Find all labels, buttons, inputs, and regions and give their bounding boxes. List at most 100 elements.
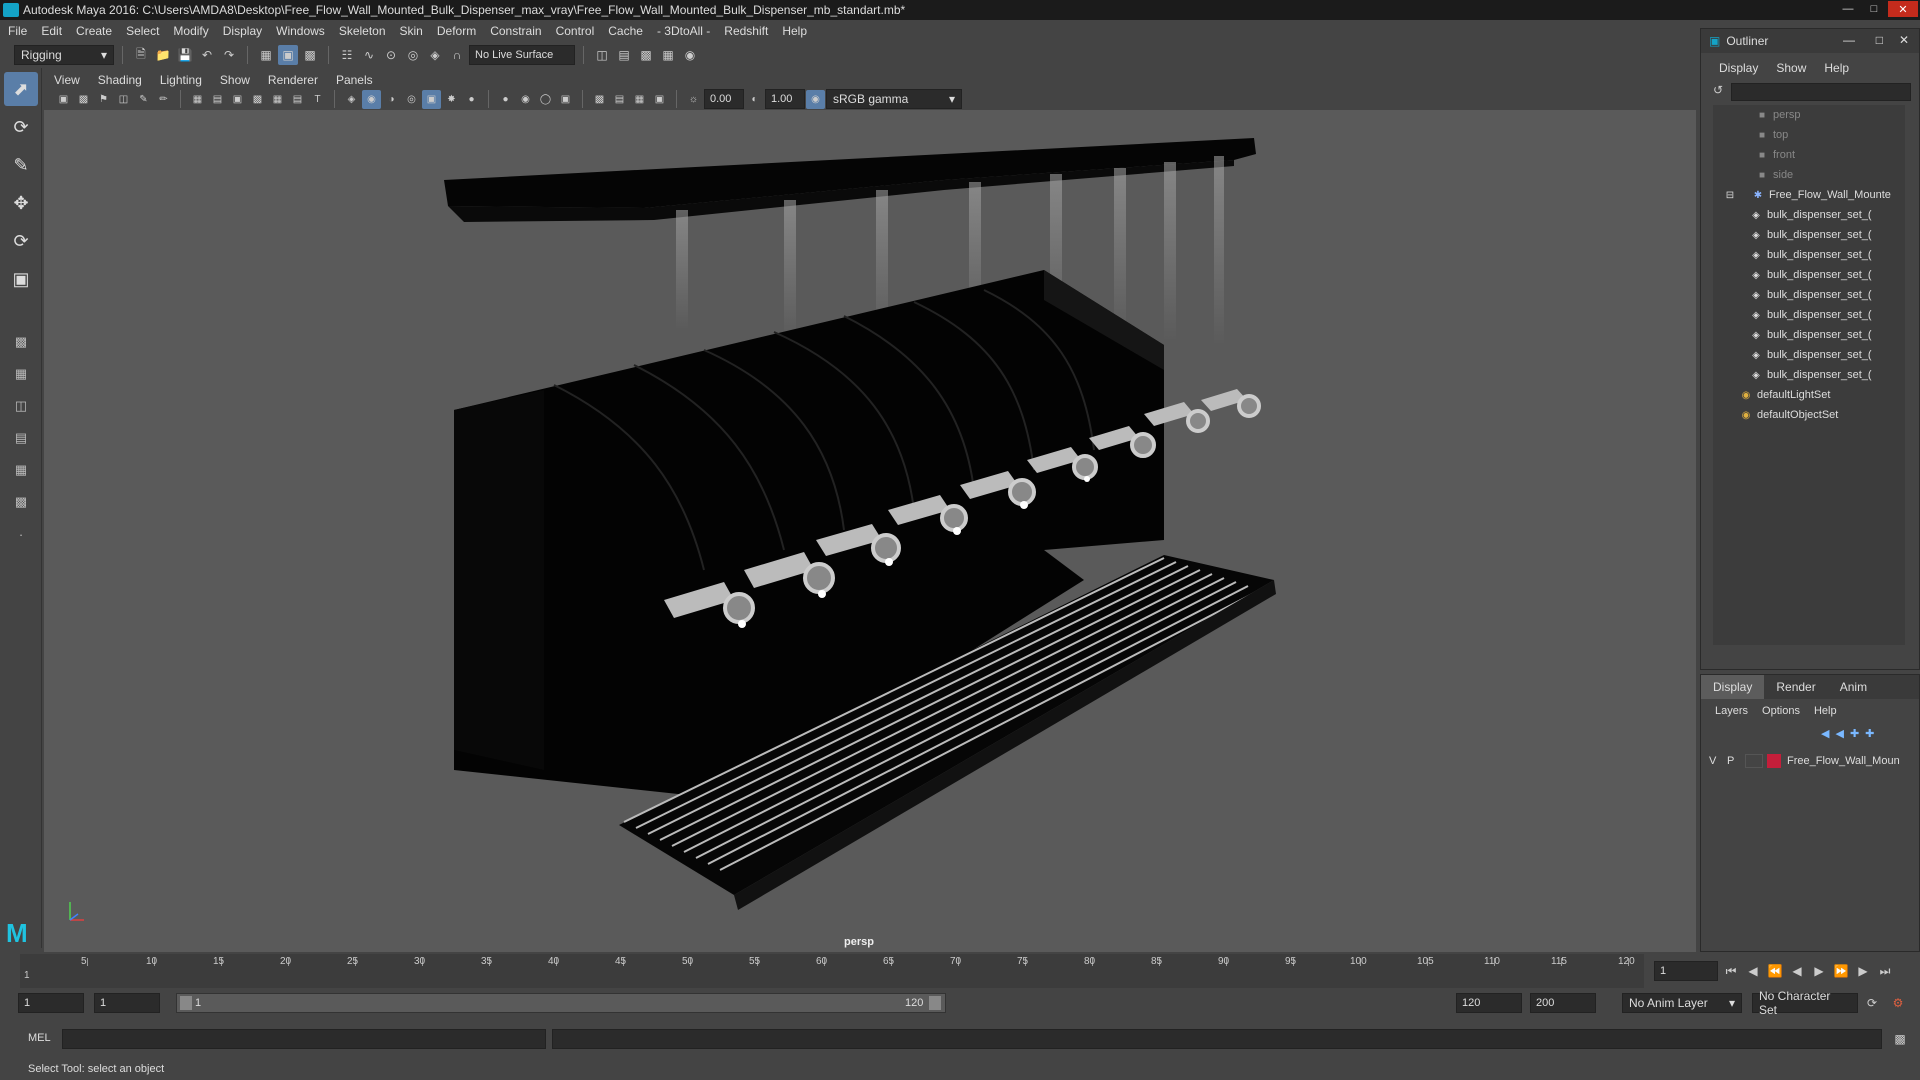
redo-icon[interactable]: ↷ <box>219 45 239 65</box>
rotate-tool-icon[interactable]: ⟳ <box>4 224 38 258</box>
move-tool-icon[interactable]: ✥ <box>4 186 38 220</box>
outliner-item-default-object-set[interactable]: ◉ defaultObjectSet <box>1713 405 1905 425</box>
color-space-dropdown[interactable]: sRGB gamma ▾ <box>826 89 962 109</box>
step-forward-key-icon[interactable]: ⏩ <box>1832 961 1850 981</box>
snap-view-icon[interactable]: ◎ <box>403 45 423 65</box>
new-scene-icon[interactable]: 🗎 <box>131 45 151 65</box>
close-icon[interactable]: ✕ <box>1899 33 1909 47</box>
layout-outliner-icon[interactable]: ▤ <box>4 424 38 452</box>
outliner-item-bulk-dispenser[interactable]: ◈ bulk_dispenser_set_( <box>1713 225 1905 245</box>
new-layer-icon[interactable]: ✚ <box>1850 727 1859 740</box>
menu-edit[interactable]: Edit <box>41 24 62 38</box>
layer-playback-toggle[interactable]: P <box>1727 755 1745 767</box>
tab-render[interactable]: Render <box>1764 675 1827 699</box>
command-language-label[interactable]: MEL <box>28 1032 51 1044</box>
menu-skin[interactable]: Skin <box>400 24 423 38</box>
xray-joints-icon[interactable]: ▤ <box>610 90 629 109</box>
resolution-gate-icon[interactable]: ▣ <box>228 90 247 109</box>
two-d-pan-icon[interactable]: ✎ <box>134 90 153 109</box>
hypershade-icon[interactable]: ▦ <box>658 45 678 65</box>
layer-menu-options[interactable]: Options <box>1762 705 1800 721</box>
field-chart-icon[interactable]: ▦ <box>268 90 287 109</box>
move-layer-up-icon[interactable]: ◀ <box>1821 727 1829 740</box>
vp-menu-renderer[interactable]: Renderer <box>268 73 318 87</box>
image-plane-icon[interactable]: ◫ <box>114 90 133 109</box>
undo-icon[interactable]: ↶ <box>197 45 217 65</box>
save-scene-icon[interactable]: 💾 <box>175 45 195 65</box>
menu-control[interactable]: Control <box>556 24 595 38</box>
layer-menu-layers[interactable]: Layers <box>1715 705 1748 721</box>
textured-icon[interactable]: ◎ <box>402 90 421 109</box>
range-slider-end-handle[interactable] <box>929 996 941 1010</box>
outliner-item-bulk-dispenser[interactable]: ◈ bulk_dispenser_set_( <box>1713 305 1905 325</box>
tab-display[interactable]: Display <box>1701 675 1765 699</box>
layer-row[interactable]: V P Free_Flow_Wall_Moun <box>1709 751 1913 771</box>
paint-select-tool-icon[interactable]: ✎ <box>4 148 38 182</box>
outliner-item-persp[interactable]: ■ persp <box>1713 105 1905 125</box>
outliner-item-bulk-dispenser[interactable]: ◈ bulk_dispenser_set_( <box>1713 365 1905 385</box>
grease-pencil-icon[interactable]: ✏ <box>154 90 173 109</box>
minimize-icon[interactable]: — <box>1836 1 1860 17</box>
playback-end-field[interactable]: 120 <box>1456 993 1522 1013</box>
collapse-icon[interactable]: ⊟ <box>1723 189 1737 201</box>
end-time-field[interactable]: 200 <box>1530 993 1596 1013</box>
motion-blur-icon[interactable]: ● <box>496 90 515 109</box>
exposure-icon[interactable]: ☼ <box>684 90 703 109</box>
menu-constrain[interactable]: Constrain <box>490 24 541 38</box>
go-to-end-icon[interactable]: ⏭ <box>1876 961 1894 981</box>
viewport-persp[interactable]: persp <box>44 110 1696 952</box>
layer-color-swatch[interactable] <box>1767 754 1781 768</box>
shadows-icon[interactable]: ✸ <box>442 90 461 109</box>
grid-icon[interactable]: ▦ <box>188 90 207 109</box>
redshift-render-icon[interactable]: ◉ <box>680 45 700 65</box>
bookmark-icon[interactable]: ⚑ <box>94 90 113 109</box>
render-frame-icon[interactable]: ◫ <box>592 45 612 65</box>
vp-menu-view[interactable]: View <box>54 73 80 87</box>
tab-anim[interactable]: Anim <box>1828 675 1879 699</box>
wireframe-icon[interactable]: ◈ <box>342 90 361 109</box>
depth-of-field-icon[interactable]: ◯ <box>536 90 555 109</box>
current-frame-field[interactable]: 1 <box>1654 961 1718 981</box>
wireframe-on-shaded-icon[interactable]: ◑ <box>382 90 401 109</box>
gamma-icon[interactable]: ◐ <box>745 90 764 109</box>
close-icon[interactable]: ✕ <box>1888 1 1918 17</box>
maximize-icon[interactable]: □ <box>1862 1 1886 17</box>
scale-tool-icon[interactable]: ▣ <box>4 262 38 296</box>
ambient-occlusion-icon[interactable]: ● <box>462 90 481 109</box>
script-editor-icon[interactable]: ▩ <box>1890 1029 1910 1049</box>
range-slider[interactable]: 1 120 <box>176 993 946 1013</box>
live-surface-field[interactable]: No Live Surface <box>469 45 575 65</box>
time-slider[interactable]: 1 5 10 15 20 25 30 35 40 45 50 55 60 65 … <box>20 954 1644 988</box>
outliner-menu-help[interactable]: Help <box>1824 61 1849 79</box>
outliner-item-bulk-dispenser[interactable]: ◈ bulk_dispenser_set_( <box>1713 245 1905 265</box>
anti-aliasing-icon[interactable]: ◉ <box>516 90 535 109</box>
magnet-icon[interactable]: ∩ <box>447 45 467 65</box>
menu-deform[interactable]: Deform <box>437 24 476 38</box>
select-object-icon[interactable]: ▣ <box>278 45 298 65</box>
outliner-item-default-light-set[interactable]: ◉ defaultLightSet <box>1713 385 1905 405</box>
isolate-select-icon[interactable]: ▣ <box>556 90 575 109</box>
gamma-field[interactable]: 1.00 <box>765 89 805 109</box>
playback-start-field[interactable]: 1 <box>94 993 160 1013</box>
menu-modify[interactable]: Modify <box>173 24 208 38</box>
menu-windows[interactable]: Windows <box>276 24 325 38</box>
layout-persp-icon[interactable]: ▩ <box>4 488 38 516</box>
menu-display[interactable]: Display <box>223 24 262 38</box>
menu-help[interactable]: Help <box>782 24 807 38</box>
menu-skeleton[interactable]: Skeleton <box>339 24 386 38</box>
film-gate-icon[interactable]: ▤ <box>208 90 227 109</box>
character-set-dropdown[interactable]: No Character Set <box>1752 989 1858 1017</box>
more-layouts-icon[interactable]: · <box>4 520 38 548</box>
ipr-render-icon[interactable]: ▤ <box>614 45 634 65</box>
outliner-item-bulk-dispenser[interactable]: ◈ bulk_dispenser_set_( <box>1713 205 1905 225</box>
exposure-field[interactable]: 0.00 <box>704 89 744 109</box>
xray-components-icon[interactable]: ▦ <box>630 90 649 109</box>
vp-menu-panels[interactable]: Panels <box>336 73 373 87</box>
menu-file[interactable]: File <box>8 24 27 38</box>
outliner-item-side[interactable]: ■ side <box>1713 165 1905 185</box>
show-manipulator-icon[interactable]: ▩ <box>4 328 38 356</box>
play-forwards-icon[interactable]: ▶ <box>1810 961 1828 981</box>
layout-four-view-icon[interactable]: ▦ <box>4 360 38 388</box>
outliner-menu-display[interactable]: Display <box>1719 61 1758 79</box>
outliner-menu-show[interactable]: Show <box>1776 61 1806 79</box>
